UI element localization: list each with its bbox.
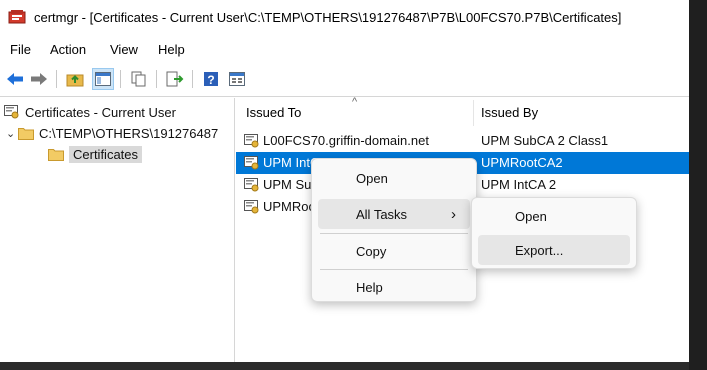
sort-arrow-icon: ^ [352, 96, 358, 108]
tree-certificates-label: Certificates [69, 145, 143, 163]
show-hide-tree-icon[interactable] [92, 68, 114, 90]
toolbar-separator [192, 70, 193, 88]
toolbar: ? [0, 64, 689, 94]
menu-bar: File Action View Help [0, 38, 689, 62]
column-header-issued-to[interactable]: Issued To [246, 98, 472, 126]
column-header-issued-by-label: Issued By [481, 104, 539, 120]
tree-item-certificates[interactable]: Certificates [48, 144, 143, 164]
toolbar-divider [0, 96, 689, 97]
window-bottom-edge [0, 362, 689, 370]
column-header-issued-by[interactable]: Issued By [481, 98, 681, 126]
submenu-open[interactable]: Open [478, 201, 630, 231]
certificate-store-icon [4, 105, 19, 119]
column-header-issued-to-label: Issued To [246, 104, 302, 120]
help-icon[interactable]: ? [200, 68, 222, 90]
issued-by-cell: UPM SubCA 2 Class1 [481, 133, 609, 148]
certificate-icon [244, 155, 259, 169]
folder-icon [48, 149, 64, 161]
chevron-right-icon: › [451, 205, 456, 223]
title-bar: certmgr - [Certificates - Current User\C… [0, 0, 689, 36]
tree-path-label: C:\TEMP\OTHERS\191276487 [39, 125, 219, 141]
context-menu-separator [320, 269, 468, 270]
folder-icon [18, 128, 34, 140]
context-menu-open[interactable]: Open [318, 163, 470, 193]
properties-icon[interactable] [226, 68, 248, 90]
desktop-edge [689, 0, 707, 370]
chevron-down-icon[interactable]: ⌄ [6, 127, 18, 140]
tree-root-label: Certificates - Current User [25, 104, 176, 120]
export-list-icon[interactable] [164, 68, 186, 90]
menu-file[interactable]: File [10, 42, 31, 57]
copy-icon[interactable] [128, 68, 150, 90]
certificate-icon [244, 199, 259, 213]
context-menu-all-tasks[interactable]: All Tasks › [318, 199, 470, 229]
certmgr-app-icon [8, 10, 26, 24]
svg-text:?: ? [207, 73, 214, 87]
menu-view[interactable]: View [110, 42, 138, 57]
submenu-export[interactable]: Export... [478, 235, 630, 265]
certificate-icon [244, 133, 259, 147]
toolbar-separator [120, 70, 121, 88]
certmgr-window: certmgr - [Certificates - Current User\C… [0, 0, 689, 370]
context-menu: Open All Tasks › Copy Help [311, 158, 477, 302]
menu-help[interactable]: Help [158, 42, 185, 57]
tree-item-root[interactable]: Certificates - Current User [4, 102, 176, 122]
context-menu-help[interactable]: Help [318, 272, 470, 302]
tree-item-path[interactable]: ⌄ C:\TEMP\OTHERS\191276487 [6, 123, 218, 143]
issued-to-cell: L00FCS70.griffin-domain.net [263, 133, 429, 148]
context-menu-copy[interactable]: Copy [318, 236, 470, 266]
issued-by-cell: UPMRootCA2 [481, 155, 563, 170]
up-folder-icon[interactable] [64, 68, 86, 90]
forward-arrow-icon[interactable] [28, 68, 50, 90]
all-tasks-submenu: Open Export... [471, 197, 637, 269]
window-title: certmgr - [Certificates - Current User\C… [34, 10, 622, 25]
toolbar-separator [156, 70, 157, 88]
certificate-icon [244, 177, 259, 191]
context-menu-all-tasks-label: All Tasks [356, 206, 408, 222]
console-tree: Certificates - Current User ⌄ C:\TEMP\OT… [0, 98, 235, 362]
context-menu-separator [320, 233, 468, 234]
back-arrow-icon[interactable] [4, 68, 26, 90]
menu-action[interactable]: Action [50, 42, 86, 57]
column-divider[interactable] [473, 100, 474, 126]
issued-by-cell: UPM IntCA 2 [481, 177, 557, 192]
table-row[interactable]: L00FCS70.griffin-domain.net UPM SubCA 2 … [236, 130, 689, 152]
toolbar-separator [56, 70, 57, 88]
